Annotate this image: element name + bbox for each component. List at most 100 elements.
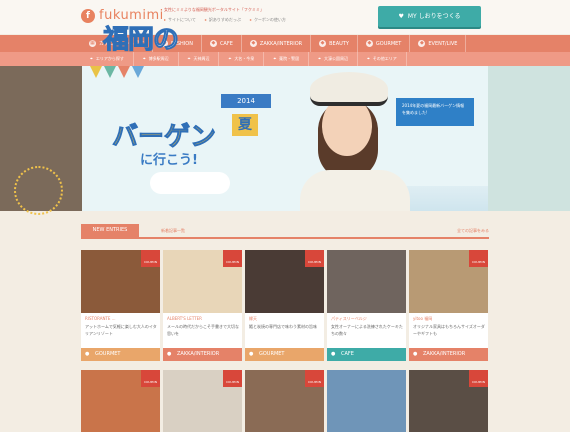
category-nav: ▦ カテゴリーから探す ◆ FASHION ◆ CAFE ◆ ZAKKA/INTERIO…	[0, 35, 570, 52]
nav-item-zakka[interactable]: ◆ ZAKKA/INTERIOR	[242, 35, 312, 52]
bunting-flag	[90, 66, 102, 78]
entry-card-image[interactable]	[327, 370, 406, 432]
area-label: 博多駅周辺	[148, 56, 169, 61]
entry-card-category[interactable]: GOURMET	[81, 348, 160, 361]
pin-icon: ⌖	[187, 56, 191, 62]
nav-item-gourmet[interactable]: ◆ GOURMET	[358, 35, 411, 52]
entry-card-shop-name: パティスリーベルジ	[331, 316, 367, 321]
entry-card[interactable]: COUPON	[409, 370, 488, 432]
pin-icon: ⌖	[90, 56, 93, 62]
entry-card-shop-name: 縁天	[249, 316, 257, 321]
coupon-badge: COUPON	[141, 370, 160, 387]
cup-icon: ◆	[209, 40, 217, 47]
view-all-articles-link[interactable]: 全ての記事をみる	[457, 224, 489, 237]
entry-card-image[interactable]	[327, 250, 406, 313]
coupon-badge: COUPON	[223, 370, 242, 387]
firework-decoration	[14, 166, 63, 215]
tab-new-entries[interactable]: NEW ENTRIES	[81, 224, 139, 237]
entry-card-category[interactable]: CAFE	[327, 348, 406, 361]
entry-card[interactable]: COUPON ALBERT'S LETTER メールの時代だからこそ手書きで大切な思…	[163, 250, 242, 361]
entry-card[interactable]: COUPON yitoo 福岡オリジナル家具はもちろんサイズオーダーやギフトも ZA…	[409, 250, 488, 361]
pin-icon: ⌖	[228, 56, 232, 62]
area-label: 薬院・警固	[279, 56, 300, 61]
my-bookmark-button[interactable]: ♥ MY しおりをつくる	[378, 6, 481, 27]
model-shirt	[300, 170, 410, 211]
header-link-coupon-guide[interactable]: クーポンの使い方	[250, 17, 286, 23]
area-item-other[interactable]: ⌖ その他エリア	[358, 52, 407, 66]
site-tagline: 女性にミミよりな福岡観光ポータルサイト「フクミミ」	[164, 7, 264, 12]
flag-icon: ◆	[418, 40, 426, 47]
pin-icon: ⌖	[366, 56, 370, 62]
lipstick-icon: ◆	[319, 40, 327, 47]
entries-tab-bar: NEW ENTRIES 新着記事一覧 全ての記事をみる	[81, 224, 489, 239]
site-header: f fukumimi 女性にミミよりな福岡観光ポータルサイト「フクミミ」 サイト…	[0, 0, 570, 34]
entry-card-shop-name: yitoo 福岡	[413, 316, 433, 321]
grid-icon: ▦	[89, 40, 96, 47]
hero-title-line2: バーゲン	[111, 122, 217, 153]
nav-label: EVENT/LIVE	[428, 40, 458, 47]
area-label: その他エリア	[372, 56, 397, 61]
entry-card-shop-name: RISTORANTE ...	[85, 316, 116, 321]
hero-summer-badge: 夏	[232, 114, 258, 136]
entry-card[interactable]: COUPON	[81, 370, 160, 432]
nav-item-event[interactable]: ◆ EVENT/LIVE	[410, 35, 467, 52]
hero-title-line3: に行こう!	[140, 153, 198, 168]
entry-card[interactable]: COUPON RISTORANTE ... アットホームで気軽に楽しむ大人のイタリア…	[81, 250, 160, 361]
area-label: 天神周辺	[193, 56, 210, 61]
nav-label: ZAKKA/INTERIOR	[259, 40, 303, 47]
nav-label: BEAUTY	[329, 40, 349, 47]
tab-new-articles[interactable]: 新着記事一覧	[161, 224, 185, 237]
pin-icon: ⌖	[142, 56, 146, 62]
cloud-decoration	[150, 172, 230, 194]
entry-card[interactable]	[327, 370, 406, 432]
bunting-flag	[132, 66, 144, 78]
area-label: 大濠公園周辺	[323, 56, 348, 61]
bunting-flag	[118, 66, 130, 78]
coupon-badge: COUPON	[305, 370, 324, 387]
coupon-badge: COUPON	[305, 250, 324, 267]
entry-card[interactable]: COUPON	[245, 370, 324, 432]
nav-item-beauty[interactable]: ◆ BEAUTY	[311, 35, 358, 52]
entry-card-category[interactable]: ZAKKA/INTERIOR	[163, 348, 242, 361]
entry-card-description: 女性オーナーによる洗練されたケーキたちの数々	[331, 324, 403, 336]
nav-item-cafe[interactable]: ◆ CAFE	[202, 35, 242, 52]
nav-label: CAFE	[219, 40, 233, 47]
header-link-recommend[interactable]: 訳ありすめだっぷ	[205, 17, 241, 23]
pin-icon: ⌖	[318, 56, 321, 62]
entry-card-description: アットホームで気軽に楽しむ大人のイタリアンリゾート	[85, 324, 157, 336]
coupon-badge: COUPON	[223, 250, 242, 267]
entry-card[interactable]: パティスリーベルジ女性オーナーによる洗練されたケーキたちの数々 CAFE	[327, 250, 406, 361]
entry-card-shop-name: ALBERT'S LETTER	[167, 316, 202, 321]
my-bookmark-label: MY しおりをつくる	[407, 13, 461, 20]
entry-card-description: メールの時代だからこそ手書きで大切な思いを	[167, 324, 239, 336]
logo-mark-icon: f	[81, 8, 95, 23]
hero-copy-box: 2014年夏の福岡最新バーゲン情報を集めました!	[396, 98, 474, 126]
area-label: エリアから探す	[95, 56, 124, 61]
coupon-badge: COUPON	[141, 250, 160, 267]
area-item-daimyo[interactable]: ⌖ 大名・今泉	[219, 52, 265, 66]
nav-label: GOURMET	[375, 40, 402, 47]
area-item-yakuin[interactable]: ⌖ 薬院・警固	[264, 52, 310, 66]
entry-card[interactable]: COUPON 縁天鮨と炭焼の専門店で味わう素材の旨味 GOURMET	[245, 250, 324, 361]
pin-icon: ⌖	[273, 56, 277, 62]
header-links: サイトについて 訳ありすめだっぷ クーポンの使い方	[164, 17, 286, 23]
model-hat	[310, 72, 388, 106]
fork-icon: ◆	[365, 40, 373, 47]
hero-year-badge: 2014	[221, 94, 271, 108]
heart-icon: ♥	[398, 13, 404, 20]
coupon-badge: COUPON	[469, 370, 488, 387]
area-nav: ⌖ エリアから探す ⌖ 博多駅周辺 ⌖ 天神周辺 ⌖ 大名・今泉 ⌖ 薬院・警固 ⌖ 大濠公…	[0, 52, 570, 66]
entry-card-description: オリジナル家具はもちろんサイズオーダーやギフトも	[413, 324, 485, 336]
entry-card-category[interactable]: ZAKKA/INTERIOR	[409, 348, 488, 361]
entry-card-category[interactable]: GOURMET	[245, 348, 324, 361]
area-item-tenjin[interactable]: ⌖ 天神周辺	[179, 52, 220, 66]
coupon-badge: COUPON	[469, 250, 488, 267]
area-item-ohori[interactable]: ⌖ 大濠公園周辺	[309, 52, 358, 66]
entry-card[interactable]: COUPON	[163, 370, 242, 432]
hero-side-right	[488, 66, 570, 211]
entry-card-description: 鮨と炭焼の専門店で味わう素材の旨味	[249, 324, 317, 329]
sofa-icon: ◆	[249, 40, 257, 47]
hero-title-line1: 福岡の	[102, 25, 179, 56]
bunting-flag	[104, 66, 116, 78]
area-label: 大名・今泉	[234, 56, 255, 61]
